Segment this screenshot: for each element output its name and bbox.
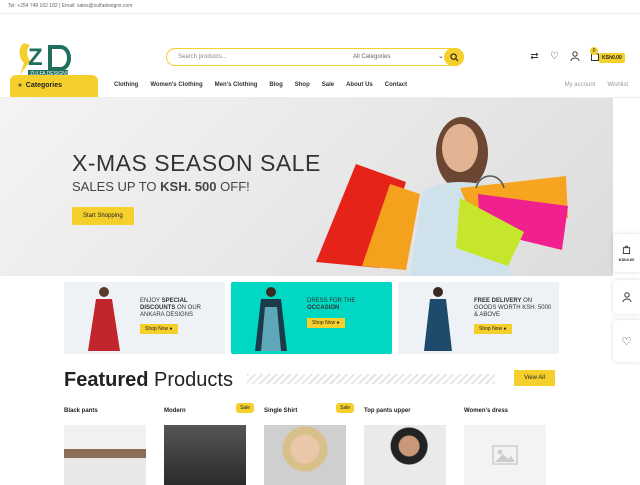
view-all-button[interactable]: View All (514, 370, 555, 386)
sale-badge: Sale (235, 403, 254, 413)
hero-subtitle-suffix: OFF! (216, 179, 250, 194)
nav-contact[interactable]: Contact (385, 82, 407, 88)
side-cart-amount: KSh0.00 (618, 256, 635, 262)
promo-bold: OCCASION (307, 305, 340, 311)
promo-banners: ENJOY SPECIAL DISCOUNTS ON OUR ANKARA DE… (64, 282, 559, 354)
product-card[interactable]: Black pants (64, 406, 146, 485)
shop-now-button[interactable]: Shop Now ● (140, 324, 178, 334)
promo-card[interactable]: ENJOY SPECIAL DISCOUNTS ON OUR ANKARA DE… (64, 282, 225, 354)
promo-text: ENJOY SPECIAL DISCOUNTS ON OUR ANKARA DE… (140, 298, 220, 319)
product-image-placeholder[interactable] (464, 425, 546, 485)
user-icon (622, 292, 631, 302)
promo-model-image (424, 287, 452, 351)
search-button[interactable] (444, 48, 464, 66)
search-bar: Search products... All Categories ⌄ (166, 48, 464, 66)
product-card[interactable]: Women's dress (464, 406, 546, 485)
nav-clothing[interactable]: Clothing (114, 82, 138, 88)
featured-title-rest: Products (148, 369, 233, 391)
nav-womens-clothing[interactable]: Women's Clothing (150, 82, 202, 88)
shop-now-button[interactable]: Shop Now ● (307, 318, 345, 328)
nav-mens-clothing[interactable]: Men's Clothing (215, 82, 258, 88)
cart-amount[interactable]: KSh0.00 (599, 53, 625, 63)
zulfa-logo[interactable]: Z ZULFA DESIGNS (14, 41, 78, 77)
heading-divider (247, 374, 495, 384)
heart-icon: ♡ (621, 335, 632, 348)
shop-now-label: Shop Now (312, 320, 336, 326)
side-wishlist-widget[interactable]: ♡ (613, 320, 640, 362)
shop-now-label: Shop Now (145, 326, 169, 332)
image-placeholder-icon (492, 445, 518, 465)
user-icon[interactable] (569, 51, 580, 62)
side-account-widget[interactable] (613, 280, 640, 314)
product-name[interactable]: Women's dress (464, 406, 546, 416)
promo-card[interactable]: FREE DELIVERY ON GOODS WORTH KSH. 5000 &… (398, 282, 559, 354)
product-name[interactable]: Modern (164, 406, 246, 416)
product-image[interactable] (164, 425, 246, 485)
product-name[interactable]: Top pants upper (364, 406, 446, 416)
svg-text:Z: Z (28, 44, 43, 71)
heart-icon[interactable]: ♡ (549, 51, 560, 62)
nav-wishlist[interactable]: Wishlist (607, 82, 628, 88)
chevron-down-icon: ⌄ (438, 53, 444, 60)
nav-about-us[interactable]: About Us (346, 82, 373, 88)
product-image[interactable] (264, 425, 346, 485)
header-icons: ⇄ ♡ (529, 51, 600, 62)
categories-button[interactable]: » Categories (10, 75, 98, 97)
promo-text: FREE DELIVERY ON GOODS WORTH KSH. 5000 &… (474, 298, 554, 319)
nav-sale[interactable]: Sale (322, 82, 334, 88)
featured-products-heading: Featured Products (64, 369, 233, 392)
search-icon (449, 52, 458, 61)
product-card[interactable]: Sale Modern (164, 403, 254, 485)
cart-icon (622, 245, 631, 254)
product-name[interactable]: Single Shirt (264, 406, 346, 416)
sale-badge: Sale (335, 403, 354, 413)
category-select[interactable]: All Categories (353, 54, 390, 60)
promo-line1: DRESS FOR THE (307, 298, 356, 304)
hero-subtitle-prefix: SALES UP TO (72, 179, 161, 194)
cart-count-badge: 0 (590, 47, 598, 55)
product-card[interactable]: Top pants upper (364, 406, 446, 485)
promo-card[interactable]: DRESS FOR THE OCCASION Shop Now ● (231, 282, 392, 354)
product-name[interactable]: Black pants (64, 406, 146, 416)
site-header: Z ZULFA DESIGNS Search products... All C… (0, 14, 640, 77)
hero-subtitle-amount: KSH. 500 (160, 179, 217, 194)
nav-my-account[interactable]: My account (565, 82, 596, 88)
promo-line1: ENJOY (140, 298, 162, 304)
nav-blog[interactable]: Blog (269, 82, 282, 88)
contact-info: Tel: +254 748 162 182 | Email: sales@zul… (8, 3, 133, 9)
product-image[interactable] (364, 425, 446, 485)
main-nav: » Categories Clothing Women's Clothing M… (0, 74, 640, 98)
hero-model-image (316, 117, 568, 276)
top-contact-bar: Tel: +254 748 162 182 | Email: sales@zul… (0, 0, 640, 14)
double-chevron-icon: » (18, 82, 22, 89)
promo-text: DRESS FOR THE OCCASION (307, 298, 387, 312)
product-card[interactable]: Sale Single Shirt (264, 403, 354, 485)
product-image[interactable] (64, 425, 146, 485)
categories-label: Categories (25, 82, 62, 89)
featured-title-bold: Featured (64, 369, 149, 391)
nav-shop[interactable]: Shop (295, 82, 310, 88)
promo-model-image (255, 287, 287, 351)
hero-subtitle: SALES UP TO KSH. 500 OFF! (72, 179, 250, 194)
promo-bold: FREE DELIVERY (474, 298, 522, 304)
shop-now-label: Shop Now (479, 326, 503, 332)
side-cart-widget[interactable]: KSh0.00 (613, 234, 640, 272)
product-grid: Black pants Sale Modern Sale Single Shir… (64, 403, 546, 485)
start-shopping-button[interactable]: Start Shopping (72, 207, 134, 225)
shop-now-button[interactable]: Shop Now ● (474, 324, 512, 334)
search-input[interactable]: Search products... (178, 54, 227, 60)
hero-title: X-MAS SEASON SALE (72, 150, 321, 176)
compare-icon[interactable]: ⇄ (529, 51, 540, 62)
promo-model-image (88, 287, 120, 351)
hero-banner: X-MAS SEASON SALE SALES UP TO KSH. 500 O… (0, 98, 613, 276)
